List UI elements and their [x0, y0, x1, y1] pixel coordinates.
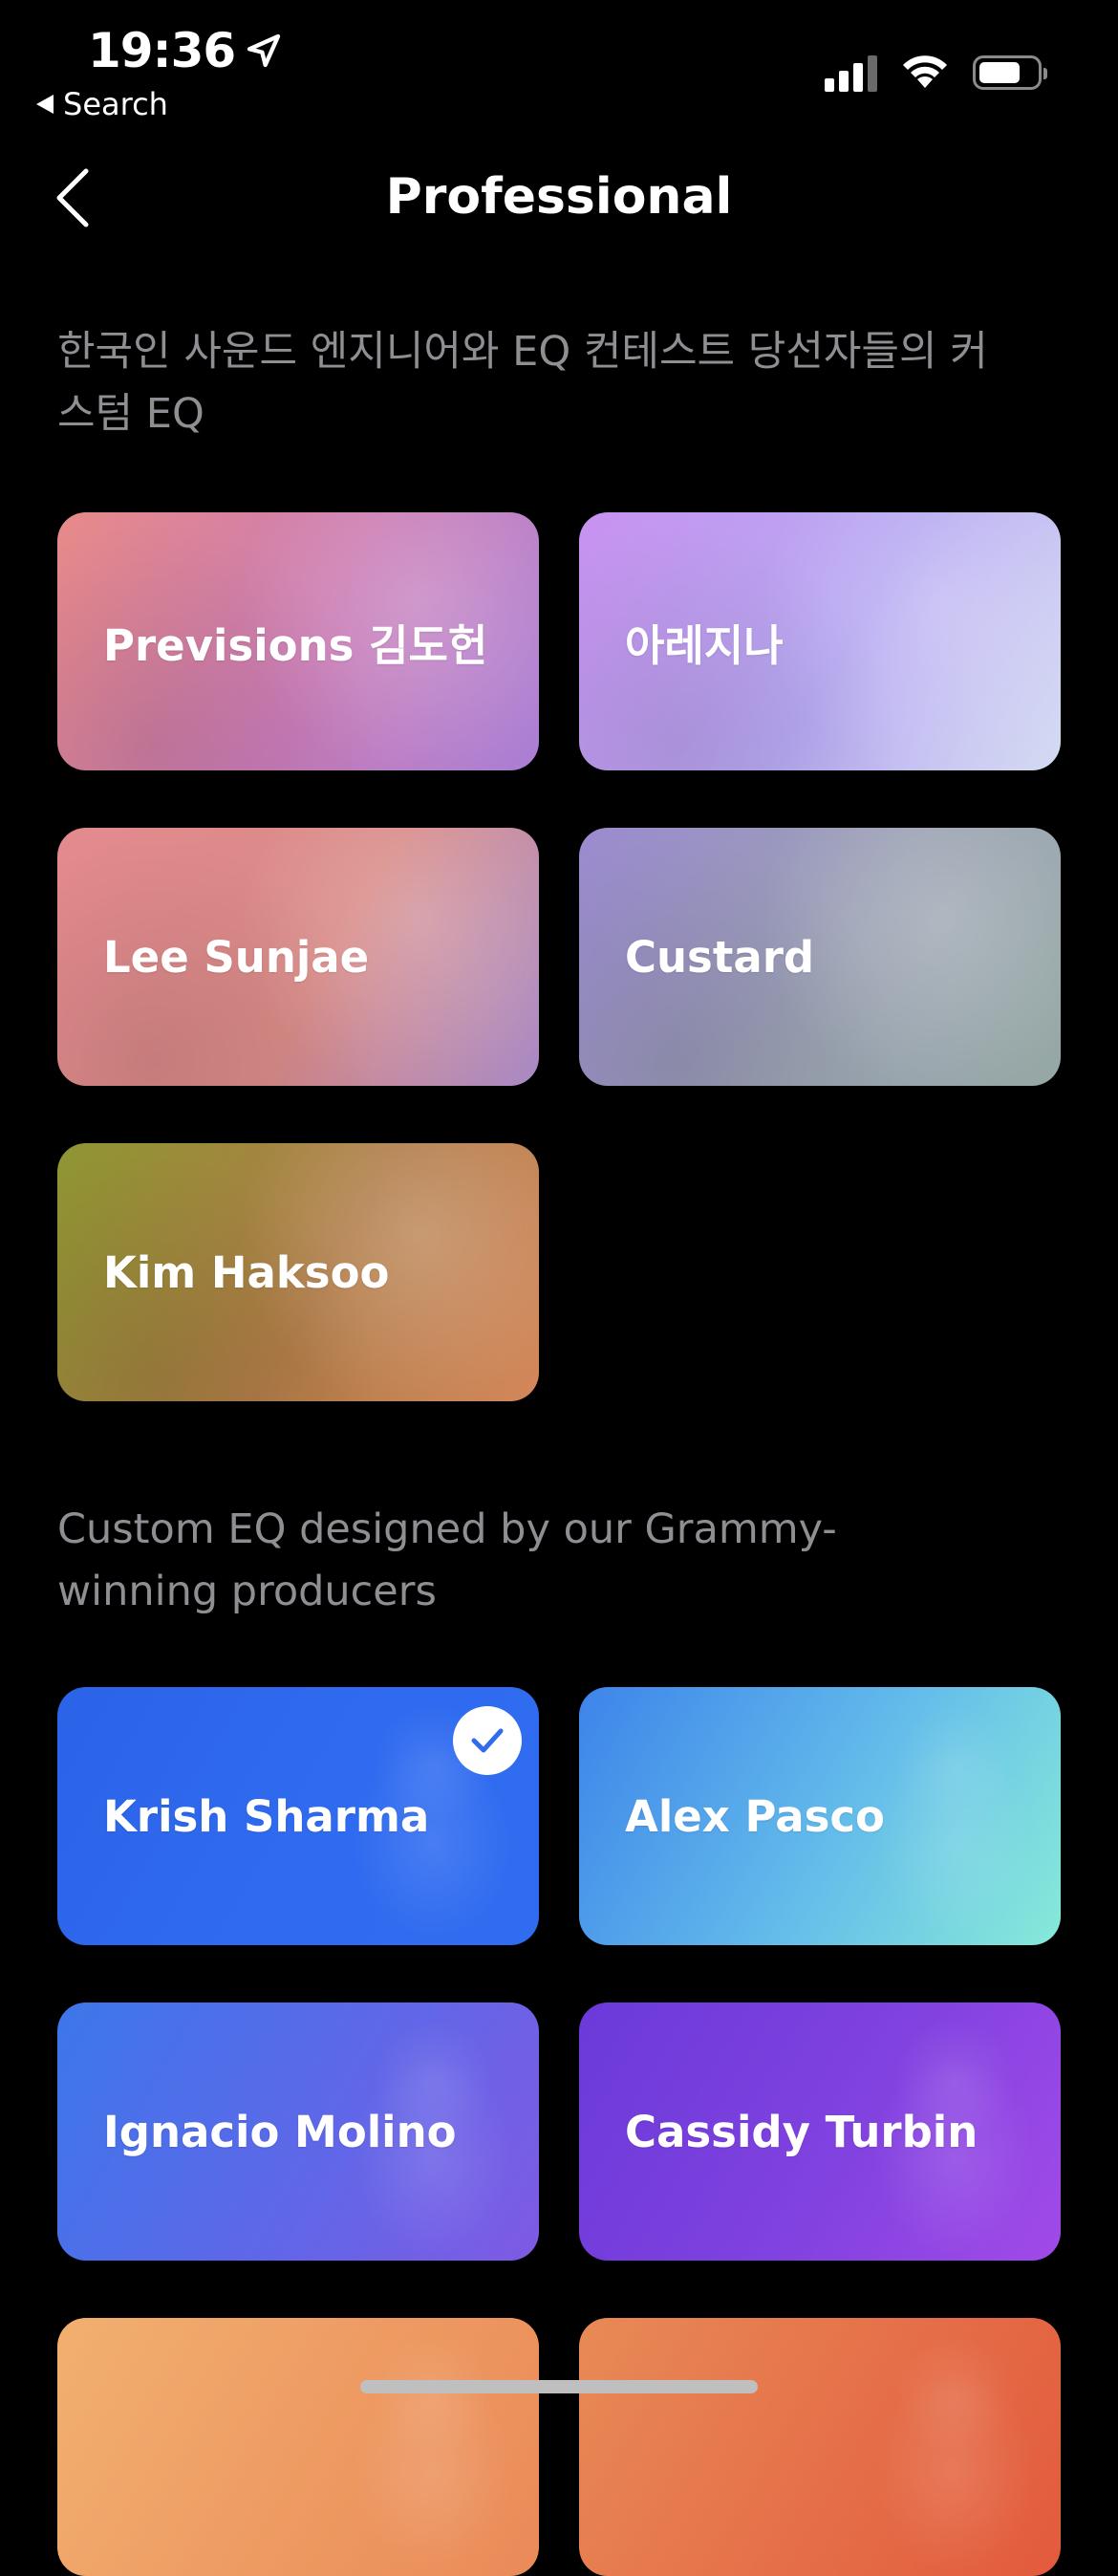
home-indicator[interactable] — [360, 2380, 758, 2393]
eq-card[interactable]: Alex Pasco — [579, 1687, 1061, 1945]
status-time: 19:36 — [88, 23, 283, 78]
cellular-signal-icon — [825, 54, 877, 92]
eq-card-label: Ignacio Molino — [103, 2106, 457, 2157]
producer-portrait — [579, 2318, 1061, 2576]
eq-card[interactable]: Lee Sunjae — [57, 828, 539, 1086]
eq-grid-grammy: Krish Sharma Alex Pasco Ignacio Molino C… — [57, 1687, 1061, 2576]
eq-card-label: Cassidy Turbin — [625, 2106, 978, 2157]
nav-bar: Professional — [0, 143, 1118, 249]
eq-card[interactable]: Previsions 김도헌 — [57, 512, 539, 770]
status-icons — [825, 54, 1047, 92]
eq-card[interactable]: Kim Haksoo — [57, 1143, 539, 1401]
producer-portrait — [57, 2318, 539, 2576]
eq-card[interactable] — [57, 2318, 539, 2576]
eq-card[interactable]: 아레지나 — [579, 512, 1061, 770]
back-to-app-link[interactable]: Search — [36, 86, 168, 122]
eq-card-label: Kim Haksoo — [103, 1246, 390, 1298]
eq-grid-korean: Previsions 김도헌 아레지나 Lee Sunjae Custard K… — [57, 512, 1061, 1401]
back-to-app-label: Search — [63, 86, 168, 122]
eq-card[interactable]: Ignacio Molino — [57, 2002, 539, 2261]
back-triangle-icon — [36, 95, 54, 114]
eq-card[interactable] — [579, 2318, 1061, 2576]
eq-card[interactable]: Custard — [579, 828, 1061, 1086]
eq-card-label: Custard — [625, 931, 815, 983]
status-bar: 19:36 Search — [0, 0, 1118, 134]
wifi-icon — [903, 55, 947, 88]
eq-card[interactable]: Cassidy Turbin — [579, 2002, 1061, 2261]
eq-card-label: Alex Pasco — [625, 1790, 885, 1842]
eq-card-label: Krish Sharma — [103, 1790, 430, 1842]
selected-check-icon — [453, 1706, 522, 1775]
section-description-korean: 한국인 사운드 엔지니어와 EQ 컨테스트 당선자들의 커스텀 EQ — [57, 328, 988, 438]
section-description-grammy: Custom EQ designed by our Grammy-winning… — [57, 1505, 837, 1615]
eq-card[interactable]: Krish Sharma — [57, 1687, 539, 1945]
status-time-text: 19:36 — [88, 23, 236, 78]
eq-card-label: Lee Sunjae — [103, 931, 370, 983]
eq-card-label: 아레지나 — [625, 619, 784, 671]
eq-card-label: Previsions 김도헌 — [103, 619, 488, 671]
page-title: Professional — [385, 168, 733, 226]
location-arrow-icon — [247, 33, 281, 68]
battery-icon — [973, 55, 1047, 90]
